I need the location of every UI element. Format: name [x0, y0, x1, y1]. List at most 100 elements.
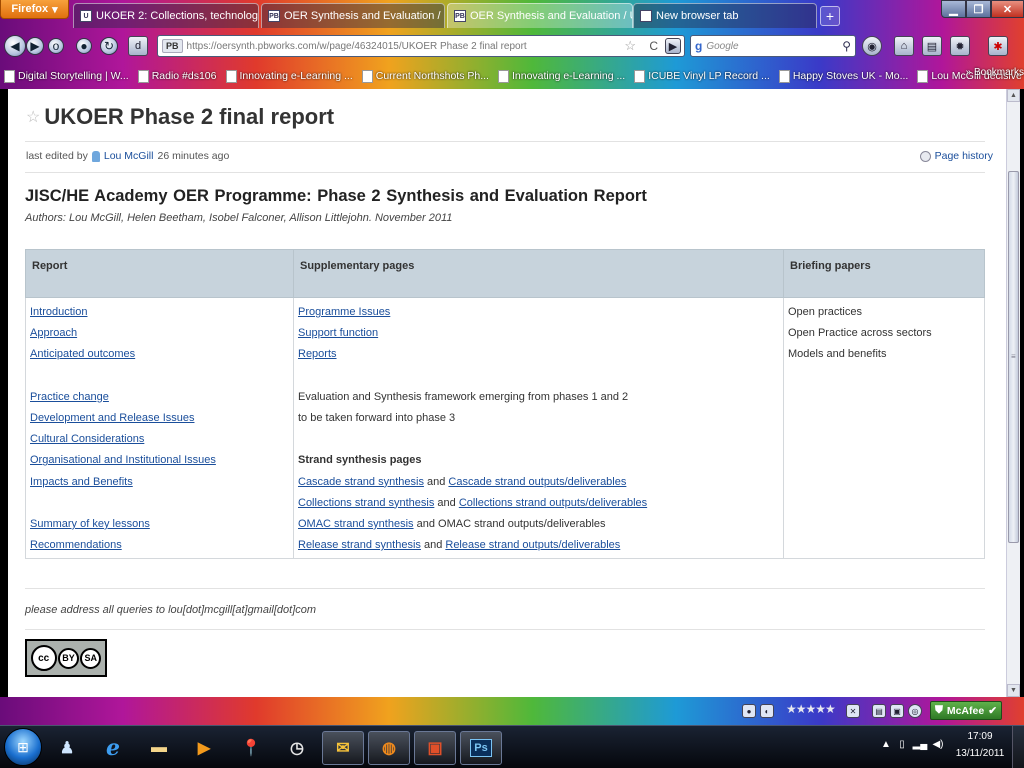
user-icon[interactable]: ♟ [46, 731, 88, 765]
page-history-label[interactable]: Page history [935, 150, 993, 162]
x-icon[interactable]: ✕ [846, 704, 860, 718]
creative-commons-badge[interactable]: cc BY SA [25, 639, 107, 677]
page-link[interactable]: Programme Issues [298, 306, 390, 318]
disc-icon[interactable]: ◎ [908, 704, 922, 718]
scroll-up-arrow-icon[interactable]: ▲ [1007, 89, 1020, 102]
search-bar[interactable]: g Google ⚲ [690, 35, 856, 57]
browser-title-bar: Firefox ▾ U UKOER 2: Collections, technol… [0, 0, 1024, 30]
pvd-status-icon[interactable]: ▤ [872, 704, 886, 718]
page-link[interactable]: Approach [30, 327, 77, 339]
bookmark-item[interactable]: Current Northshots Ph... [361, 69, 489, 83]
bookmark-item[interactable]: Innovating e-Learning ... [225, 69, 353, 83]
bookmark-item[interactable]: Innovating e-Learning ... [497, 69, 625, 83]
forward-button[interactable]: ▶ [26, 37, 44, 55]
page-link[interactable]: OMAC strand synthesis [298, 518, 414, 530]
powerpoint-icon[interactable]: ▣ [414, 731, 456, 765]
signal-icon[interactable]: ▂▄ [913, 738, 928, 750]
browser-tab[interactable]: PB OER Synthesis and Evaluation / UKOE...… [447, 3, 633, 28]
editor-user-link[interactable]: Lou McGill [104, 150, 154, 162]
mcafee-button[interactable]: ⛊ McAfee ✔ [930, 701, 1002, 720]
screen-icon[interactable]: ▣ [890, 704, 904, 718]
new-tab-button[interactable]: + [820, 6, 840, 26]
record-icon[interactable]: ◉ [862, 36, 882, 56]
page-link[interactable]: Cultural Considerations [30, 433, 144, 445]
clock-icon[interactable]: ◷ [276, 731, 318, 765]
divider [25, 172, 985, 173]
page-link[interactable]: Recommendations [30, 539, 122, 551]
browser-tab[interactable]: New browser tab [633, 3, 817, 28]
page-link[interactable]: Summary of key lessons [30, 518, 150, 530]
droplet-icon[interactable]: ● [76, 38, 92, 54]
battery-icon[interactable]: ▯ [896, 738, 908, 750]
page-link[interactable]: Development and Release Issues [30, 412, 194, 424]
list-item: Impacts and Benefits [30, 474, 289, 495]
page-link[interactable]: Practice change [30, 391, 109, 403]
start-button[interactable]: ⊞ [4, 728, 42, 766]
ghost-icon[interactable]: ◐ [760, 704, 774, 718]
folder-icon[interactable]: ▬ [138, 731, 180, 765]
page-link[interactable]: Cascade strand outputs/deliverables [448, 476, 626, 488]
window-close-button[interactable]: ✕ [991, 0, 1024, 18]
ie-icon[interactable]: e [92, 731, 134, 765]
url-text[interactable]: https://oersynth.pbworks.com/w/page/4632… [187, 41, 527, 52]
addon-star-icon[interactable]: ✱ [988, 36, 1008, 56]
google-icon[interactable]: g [695, 39, 702, 53]
clock-time[interactable]: 17:09 [956, 731, 1004, 742]
page-link[interactable]: Collections strand synthesis [298, 497, 434, 509]
clock-date[interactable]: 13/11/2011 [952, 748, 1008, 759]
bookmark-item[interactable]: ICUBE Vinyl LP Record ... [634, 69, 770, 83]
rating-stars-icon[interactable]: ★★★★★ [786, 702, 836, 716]
pvd-icon[interactable]: ▤ [922, 36, 942, 56]
divider [25, 141, 985, 142]
scroll-thumb[interactable]: ≡ [1008, 171, 1019, 543]
page-link[interactable]: Introduction [30, 306, 87, 318]
volume-icon[interactable]: ◀) [932, 738, 944, 750]
photoshop-icon[interactable]: Ps [460, 731, 502, 765]
delicious-icon[interactable]: d [128, 36, 148, 56]
page-scrollbar[interactable]: ▲ ≡ ▼ [1006, 89, 1020, 697]
show-desktop-button[interactable] [1012, 726, 1024, 768]
bookmark-item[interactable]: Radio #ds106 [137, 69, 217, 83]
attribution-icon: BY [57, 647, 79, 669]
address-bar[interactable]: PB https://oersynth.pbworks.com/w/page/4… [157, 35, 685, 57]
reload-circle-icon[interactable]: ↻ [100, 37, 118, 55]
browser-tab[interactable]: U UKOER 2: Collections, technology, an... [73, 3, 259, 28]
favorite-star-icon[interactable]: ☆ [26, 107, 40, 127]
home-icon[interactable]: ⌂ [894, 36, 914, 56]
page-link[interactable]: Impacts and Benefits [30, 476, 133, 488]
page-link[interactable]: Support function [298, 327, 378, 339]
page-link[interactable]: Collections strand outputs/deliverables [459, 497, 647, 509]
tab-favicon-icon [640, 10, 652, 22]
tray-expand-arrow-icon[interactable]: ▲ [880, 738, 892, 750]
feed-icon[interactable]: ▶ [665, 38, 681, 54]
firefox-icon[interactable]: ◍ [368, 731, 410, 765]
page-link[interactable]: Reports [298, 348, 337, 360]
scroll-down-arrow-icon[interactable]: ▼ [1007, 684, 1020, 697]
list-item: Approach [30, 325, 289, 346]
reload-icon[interactable]: C [649, 39, 658, 53]
firefox-menu-button[interactable]: Firefox ▾ [0, 0, 69, 19]
window-minimize-button[interactable]: ▁ [941, 0, 966, 18]
outlook-icon[interactable]: ✉ [322, 731, 364, 765]
bookmark-star-icon[interactable]: ☆ [624, 38, 636, 54]
page-link[interactable]: Organisational and Institutional Issues [30, 454, 216, 466]
pin-icon[interactable]: 📍 [230, 731, 272, 765]
addon-icon[interactable]: o [48, 38, 64, 54]
search-icon[interactable]: ⚲ [842, 39, 851, 53]
site-identity-badge[interactable]: PB [162, 39, 183, 53]
page-link[interactable]: Cascade strand synthesis [298, 476, 424, 488]
bookmarks-menu-button[interactable]: » Bookmarks [966, 67, 1024, 78]
gear-icon[interactable]: ✹ [950, 36, 970, 56]
page-history-link[interactable]: Page history [919, 150, 993, 162]
bubble-icon[interactable]: ● [742, 704, 756, 718]
page-link[interactable]: Release strand synthesis [298, 539, 421, 551]
browser-tab[interactable]: PB OER Synthesis and Evaluation / UKOE... [261, 3, 445, 28]
back-button[interactable]: ◀ [4, 35, 26, 57]
bookmark-item[interactable]: Digital Storytelling | W... [4, 69, 129, 83]
window-maximize-button[interactable]: ❐ [966, 0, 991, 18]
page-link[interactable]: Anticipated outcomes [30, 348, 135, 360]
media-player-icon[interactable]: ▶ [183, 731, 225, 765]
bookmark-item[interactable]: Happy Stoves UK - Mo... [778, 69, 908, 83]
page-link[interactable]: Release strand outputs/deliverables [445, 539, 620, 551]
list-item: Cascade strand synthesis and Cascade str… [298, 474, 779, 495]
